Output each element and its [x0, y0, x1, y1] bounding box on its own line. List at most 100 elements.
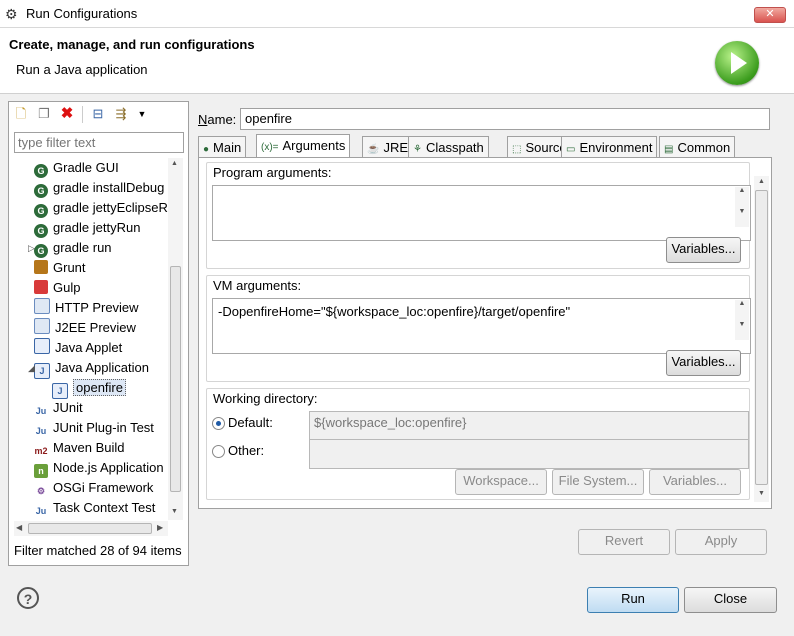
- name-field[interactable]: openfire: [240, 108, 770, 130]
- tree-item-label: openfire: [73, 379, 126, 396]
- tab-label: Common: [677, 140, 731, 155]
- tree-horizontal-scroll-thumb[interactable]: [28, 523, 152, 534]
- collapse-all-icon[interactable]: ⊟: [90, 106, 106, 122]
- filter-config-icon[interactable]: ⇶: [113, 106, 129, 122]
- default-directory-field: ${workspace_loc:openfire}: [309, 411, 749, 441]
- tree-item-label: Gulp: [53, 280, 81, 295]
- other-directory-field[interactable]: [309, 439, 749, 469]
- title-bar: ⚙ Run Configurations ✕: [0, 0, 794, 28]
- other-radio[interactable]: [212, 445, 225, 458]
- file-system-button[interactable]: File System...: [552, 469, 644, 495]
- tree-item[interactable]: Java Applet: [34, 338, 122, 358]
- default-label: Default:: [228, 415, 273, 430]
- tree-item[interactable]: Grunt: [34, 258, 86, 278]
- scroll-up-arrow-icon[interactable]: ▲: [171, 160, 178, 167]
- tree-item[interactable]: G Gradle GUI: [34, 158, 119, 178]
- scroll-right-arrow-icon[interactable]: ▶: [157, 523, 163, 532]
- tree-item[interactable]: Gulp: [34, 278, 80, 298]
- dialog-title: Create, manage, and run configurations: [9, 37, 255, 52]
- tab-main[interactable]: ● Main: [198, 136, 247, 159]
- tree-item[interactable]: m2 Maven Build: [34, 438, 124, 458]
- grunt-icon: [34, 260, 48, 274]
- tab-jre[interactable]: ☕ JRE: [362, 136, 414, 159]
- tree-vertical-scroll-thumb[interactable]: [170, 266, 181, 492]
- duplicate-config-icon[interactable]: ❐: [36, 106, 52, 122]
- vm-arguments-textarea[interactable]: -DopenfireHome="${workspace_loc:openfire…: [212, 298, 751, 354]
- dialog-subtitle: Run a Java application: [16, 62, 148, 77]
- scroll-left-arrow-icon[interactable]: ◀: [16, 523, 22, 532]
- maven-icon: m2: [34, 446, 48, 456]
- gulp-icon: [34, 280, 48, 294]
- tree-item[interactable]: ⚙ OSGi Framework: [34, 478, 153, 498]
- tab-label: Arguments: [282, 138, 346, 153]
- main-tab-icon: ●: [203, 144, 210, 155]
- name-label-rest: ame:: [207, 112, 237, 127]
- arguments-tab-icon: (x)=: [261, 142, 279, 153]
- wd-variables-button[interactable]: Variables...: [649, 469, 741, 495]
- tree-item-label: JUnit: [53, 400, 83, 415]
- task-context-icon: Ju: [35, 506, 47, 516]
- tab-label: Environment: [579, 140, 653, 155]
- gradle-icon: G: [34, 184, 48, 198]
- window-title: Run Configurations: [26, 6, 138, 21]
- view-menu-chevron-icon[interactable]: ▼: [134, 106, 150, 122]
- tab-environment[interactable]: ▭ Environment: [561, 136, 658, 159]
- tree-item-label: Task Context Test: [53, 500, 156, 515]
- tree-item-label: Java Applet: [55, 340, 123, 355]
- run-button[interactable]: Run: [587, 587, 679, 613]
- java-applet-icon: [34, 338, 50, 354]
- tree-item[interactable]: Ggradle jettyRun: [34, 218, 140, 238]
- environment-tab-icon: ▭: [566, 144, 576, 155]
- tree-item[interactable]: ▷ Ggradle run: [28, 238, 112, 258]
- scroll-up-arrow-icon[interactable]: ▲: [758, 178, 765, 185]
- scroll-down-arrow-icon[interactable]: ▼: [758, 490, 765, 497]
- tree-item[interactable]: Ju JUnit Plug-in Test: [34, 418, 154, 438]
- default-radio[interactable]: [212, 417, 225, 430]
- http-preview-icon: [34, 298, 50, 314]
- revert-button[interactable]: Revert: [578, 529, 670, 555]
- tab-label: JRE: [383, 140, 409, 155]
- tree-expander-icon[interactable]: ▷: [28, 238, 35, 258]
- dialog-header: Create, manage, and run configurations R…: [0, 28, 794, 94]
- workspace-button[interactable]: Workspace...: [455, 469, 547, 495]
- gradle-icon: G: [34, 224, 48, 238]
- close-button[interactable]: Close: [684, 587, 777, 613]
- program-arguments-textarea[interactable]: ▲ ▼: [212, 185, 751, 241]
- tree-item[interactable]: J2EE Preview: [34, 318, 136, 338]
- tree-item-label: gradle run: [53, 240, 112, 255]
- filter-input[interactable]: [14, 132, 184, 153]
- gradle-icon: G: [34, 164, 48, 178]
- vm-variables-button[interactable]: Variables...: [666, 350, 741, 376]
- apply-button[interactable]: Apply: [675, 529, 767, 555]
- tree-item[interactable]: Ju Task Context Test: [34, 498, 156, 518]
- tree-item[interactable]: ◢ J Java Application: [28, 358, 149, 379]
- tree-item[interactable]: HTTP Preview: [34, 298, 139, 318]
- j2ee-preview-icon: [34, 318, 50, 334]
- working-directory-label: Working directory:: [213, 391, 318, 406]
- tree-item-label: gradle jettyEclipseRun: [53, 200, 168, 215]
- tree-item[interactable]: Ggradle jettyEclipseRun: [34, 198, 168, 218]
- program-arguments-label: Program arguments:: [213, 165, 332, 180]
- help-icon[interactable]: ?: [17, 587, 39, 609]
- delete-config-icon[interactable]: ✖: [59, 106, 75, 122]
- program-variables-button[interactable]: Variables...: [666, 237, 741, 263]
- tree-item[interactable]: Ju JUnit: [34, 398, 83, 418]
- window-close-button[interactable]: ✕: [754, 7, 786, 23]
- vm-arguments-scrollbar[interactable]: ▲ ▼: [735, 300, 749, 340]
- filter-status-text: Filter matched 28 of 94 items: [14, 543, 182, 558]
- tab-common[interactable]: ▤ Common: [659, 136, 736, 159]
- tab-classpath[interactable]: ⚘ Classpath: [408, 136, 489, 159]
- junit-plugin-icon: Ju: [35, 426, 47, 436]
- tree-expander-icon[interactable]: ◢: [28, 358, 35, 378]
- scroll-down-arrow-icon[interactable]: ▼: [171, 508, 178, 515]
- nodejs-icon: n: [34, 464, 48, 478]
- program-arguments-scrollbar[interactable]: ▲ ▼: [735, 187, 749, 227]
- new-config-icon[interactable]: 🗋: [13, 106, 29, 122]
- tree-item-label: HTTP Preview: [55, 300, 139, 315]
- tab-panel-scroll-thumb[interactable]: [755, 190, 768, 485]
- tree-item[interactable]: Jopenfire: [52, 378, 126, 399]
- other-label: Other:: [228, 443, 265, 458]
- tree-item[interactable]: n Node.js Application: [34, 458, 164, 478]
- junit-icon: Ju: [35, 406, 47, 416]
- tree-item[interactable]: Ggradle installDebug: [34, 178, 164, 198]
